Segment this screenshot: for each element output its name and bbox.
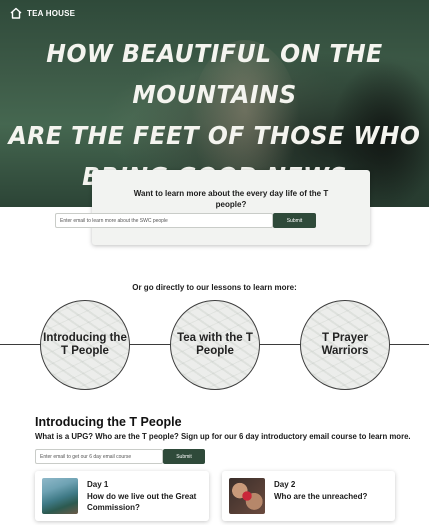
day-title: How do we live out the Great Commission? — [87, 492, 197, 512]
day-title: Who are the unreached? — [274, 492, 368, 501]
lesson-circle-prayer[interactable]: T Prayer Warriors — [300, 300, 390, 390]
course-email-input[interactable] — [35, 449, 163, 464]
signup-heading: Want to learn more about the every day l… — [133, 189, 329, 209]
signup-card: Want to learn more about the every day l… — [92, 170, 370, 245]
signup-email-input[interactable] — [55, 213, 273, 228]
day-2-thumbnail — [229, 478, 265, 514]
brand-name: TEA HOUSE — [27, 8, 76, 18]
day-card-2[interactable]: Day 2 Who are the unreached? — [222, 471, 395, 521]
house-icon — [10, 7, 22, 19]
lesson-label: T Prayer Warriors — [321, 332, 369, 357]
signup-submit-button[interactable]: Submit — [273, 213, 316, 228]
site-logo[interactable]: TEA HOUSE — [10, 7, 75, 19]
day-number: Day 1 — [87, 480, 109, 489]
day-1-thumbnail — [42, 478, 78, 514]
lesson-label: Introducing the T People — [43, 332, 127, 357]
day-card-1[interactable]: Day 1 How do we live out the Great Commi… — [35, 471, 209, 521]
lesson-circle-introducing[interactable]: Introducing the T People — [40, 300, 130, 390]
lesson-label: Tea with the T People — [177, 332, 253, 357]
course-subtitle: What is a UPG? Who are the T people? Sig… — [35, 432, 411, 441]
day-number: Day 2 — [274, 480, 296, 489]
lesson-circle-tea[interactable]: Tea with the T People — [170, 300, 260, 390]
hero-title-line-1: How beautiful on the mountains — [46, 39, 383, 109]
hero-title-line-2: are the feet of those who — [8, 121, 421, 150]
course-title: Introducing the T People — [35, 415, 182, 429]
course-submit-button[interactable]: Submit — [163, 449, 205, 464]
lessons-intro-text: Or go directly to our lessons to learn m… — [132, 283, 297, 292]
